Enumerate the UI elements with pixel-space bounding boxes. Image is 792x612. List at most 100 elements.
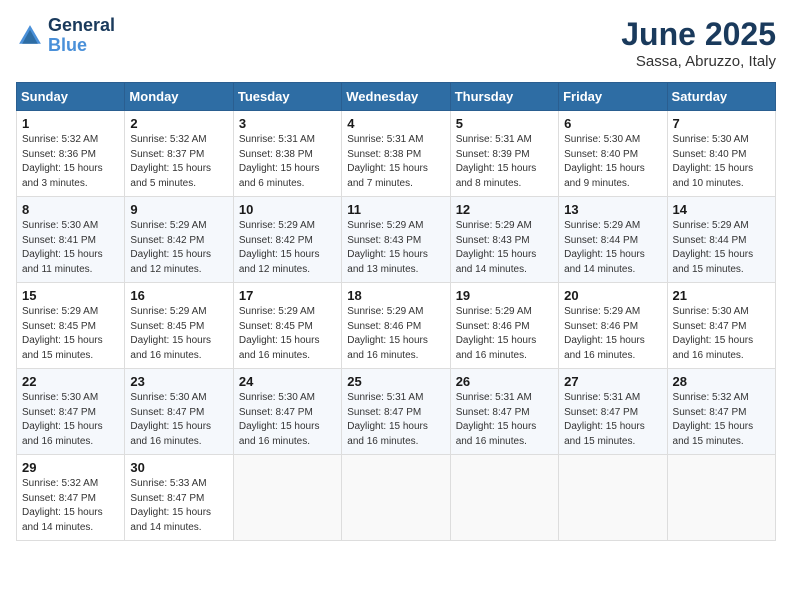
weekday-wednesday: Wednesday [342,83,450,111]
calendar-cell: 16 Sunrise: 5:29 AMSunset: 8:45 PMDayligh… [125,283,233,369]
day-number: 26 [456,374,553,389]
title-block: June 2025 Sassa, Abruzzo, Italy [621,16,776,70]
calendar-cell: 5Sunrise: 5:31 AMSunset: 8:39 PMDaylight… [450,111,558,197]
calendar-cell: 13 Sunrise: 5:29 AMSunset: 8:44 PMDayligh… [559,197,667,283]
calendar-table: SundayMondayTuesdayWednesdayThursdayFrid… [16,82,776,541]
calendar-cell: 26Sunrise: 5:31 AMSunset: 8:47 PMDayligh… [450,369,558,455]
weekday-friday: Friday [559,83,667,111]
cell-info: Sunrise: 5:29 AMSunset: 8:42 PMDaylight:… [239,219,336,277]
calendar-cell: 20 Sunrise: 5:29 AMSunset: 8:46 PMDayligh… [559,283,667,369]
day-number: 12 [456,202,553,217]
cell-info: Sunrise: 5:29 AMSunset: 8:43 PMDaylight:… [347,219,444,277]
calendar-cell: 7 Sunrise: 5:30 AMSunset: 8:40 PMDaylight… [667,111,775,197]
cell-info: Sunrise: 5:29 AMSunset: 8:44 PMDaylight:… [673,219,770,277]
week-row-4: 22 Sunrise: 5:30 AMSunset: 8:47 PMDayligh… [17,369,776,455]
day-number: 9 [130,202,227,217]
weekday-monday: Monday [125,83,233,111]
cell-info: Sunrise: 5:29 AMSunset: 8:43 PMDaylight:… [456,219,553,277]
calendar-cell: 14 Sunrise: 5:29 AMSunset: 8:44 PMDayligh… [667,197,775,283]
cell-info: Sunrise: 5:32 AMSunset: 8:47 PMDaylight:… [22,477,119,535]
cell-info: Sunrise: 5:32 AMSunset: 8:37 PMDaylight:… [130,133,227,191]
cell-info: Sunrise: 5:29 AMSunset: 8:46 PMDaylight:… [347,305,444,363]
calendar-cell: 12 Sunrise: 5:29 AMSunset: 8:43 PMDayligh… [450,197,558,283]
day-number: 6 [564,116,661,131]
cell-info: Sunrise: 5:29 AMSunset: 8:45 PMDaylight:… [130,305,227,363]
weekday-saturday: Saturday [667,83,775,111]
day-number: 29 [22,460,119,475]
weekday-sunday: Sunday [17,83,125,111]
day-number: 24 [239,374,336,389]
calendar-body: 1Sunrise: 5:32 AMSunset: 8:36 PMDaylight… [17,111,776,541]
cell-info: Sunrise: 5:30 AMSunset: 8:40 PMDaylight:… [564,133,661,191]
cell-info: Sunrise: 5:31 AMSunset: 8:38 PMDaylight:… [347,133,444,191]
calendar-cell: 25Sunrise: 5:31 AMSunset: 8:47 PMDayligh… [342,369,450,455]
day-number: 25 [347,374,444,389]
cell-info: Sunrise: 5:30 AMSunset: 8:47 PMDaylight:… [22,391,119,449]
day-number: 14 [673,202,770,217]
day-number: 4 [347,116,444,131]
weekday-header-row: SundayMondayTuesdayWednesdayThursdayFrid… [17,83,776,111]
calendar-cell: 4 Sunrise: 5:31 AMSunset: 8:38 PMDaylight… [342,111,450,197]
weekday-tuesday: Tuesday [233,83,341,111]
calendar-cell: 18 Sunrise: 5:29 AMSunset: 8:46 PMDayligh… [342,283,450,369]
cell-info: Sunrise: 5:29 AMSunset: 8:45 PMDaylight:… [22,305,119,363]
logo-text: General Blue [48,16,115,56]
calendar-cell: 29 Sunrise: 5:32 AMSunset: 8:47 PMDayligh… [17,455,125,541]
cell-info: Sunrise: 5:30 AMSunset: 8:40 PMDaylight:… [673,133,770,191]
day-number: 2 [130,116,227,131]
cell-info: Sunrise: 5:29 AMSunset: 8:46 PMDaylight:… [456,305,553,363]
cell-info: Sunrise: 5:29 AMSunset: 8:45 PMDaylight:… [239,305,336,363]
calendar-cell: 24 Sunrise: 5:30 AMSunset: 8:47 PMDayligh… [233,369,341,455]
day-number: 16 [130,288,227,303]
week-row-2: 8 Sunrise: 5:30 AMSunset: 8:41 PMDaylight… [17,197,776,283]
cell-info: Sunrise: 5:31 AMSunset: 8:47 PMDaylight:… [564,391,661,449]
calendar-cell: 15 Sunrise: 5:29 AMSunset: 8:45 PMDayligh… [17,283,125,369]
logo-icon [16,22,44,50]
day-number: 30 [130,460,227,475]
calendar-cell [342,455,450,541]
week-row-5: 29 Sunrise: 5:32 AMSunset: 8:47 PMDayligh… [17,455,776,541]
calendar-cell: 21Sunrise: 5:30 AMSunset: 8:47 PMDayligh… [667,283,775,369]
calendar-cell: 30Sunrise: 5:33 AMSunset: 8:47 PMDayligh… [125,455,233,541]
day-number: 28 [673,374,770,389]
day-number: 20 [564,288,661,303]
day-number: 15 [22,288,119,303]
cell-info: Sunrise: 5:30 AMSunset: 8:47 PMDaylight:… [239,391,336,449]
day-number: 13 [564,202,661,217]
day-number: 8 [22,202,119,217]
calendar-cell: 10Sunrise: 5:29 AMSunset: 8:42 PMDayligh… [233,197,341,283]
cell-info: Sunrise: 5:30 AMSunset: 8:41 PMDaylight:… [22,219,119,277]
day-number: 22 [22,374,119,389]
calendar-cell [559,455,667,541]
page-header: General Blue June 2025 Sassa, Abruzzo, I… [16,16,776,70]
cell-info: Sunrise: 5:29 AMSunset: 8:42 PMDaylight:… [130,219,227,277]
day-number: 3 [239,116,336,131]
calendar-cell: 27 Sunrise: 5:31 AMSunset: 8:47 PMDayligh… [559,369,667,455]
day-number: 27 [564,374,661,389]
week-row-1: 1Sunrise: 5:32 AMSunset: 8:36 PMDaylight… [17,111,776,197]
calendar-cell: 17 Sunrise: 5:29 AMSunset: 8:45 PMDayligh… [233,283,341,369]
calendar-cell: 22 Sunrise: 5:30 AMSunset: 8:47 PMDayligh… [17,369,125,455]
calendar-cell: 11 Sunrise: 5:29 AMSunset: 8:43 PMDayligh… [342,197,450,283]
cell-info: Sunrise: 5:29 AMSunset: 8:46 PMDaylight:… [564,305,661,363]
day-number: 23 [130,374,227,389]
day-number: 17 [239,288,336,303]
calendar-cell: 23Sunrise: 5:30 AMSunset: 8:47 PMDayligh… [125,369,233,455]
weekday-thursday: Thursday [450,83,558,111]
calendar-cell: 8 Sunrise: 5:30 AMSunset: 8:41 PMDaylight… [17,197,125,283]
day-number: 7 [673,116,770,131]
calendar-cell: 9 Sunrise: 5:29 AMSunset: 8:42 PMDaylight… [125,197,233,283]
calendar-cell: 19 Sunrise: 5:29 AMSunset: 8:46 PMDayligh… [450,283,558,369]
cell-info: Sunrise: 5:29 AMSunset: 8:44 PMDaylight:… [564,219,661,277]
day-number: 21 [673,288,770,303]
calendar-cell: 1Sunrise: 5:32 AMSunset: 8:36 PMDaylight… [17,111,125,197]
month-title: June 2025 [621,16,776,53]
calendar-cell: 28Sunrise: 5:32 AMSunset: 8:47 PMDayligh… [667,369,775,455]
day-number: 11 [347,202,444,217]
calendar-cell: 3Sunrise: 5:31 AMSunset: 8:38 PMDaylight… [233,111,341,197]
day-number: 1 [22,116,119,131]
day-number: 18 [347,288,444,303]
week-row-3: 15 Sunrise: 5:29 AMSunset: 8:45 PMDayligh… [17,283,776,369]
calendar-cell [450,455,558,541]
day-number: 19 [456,288,553,303]
